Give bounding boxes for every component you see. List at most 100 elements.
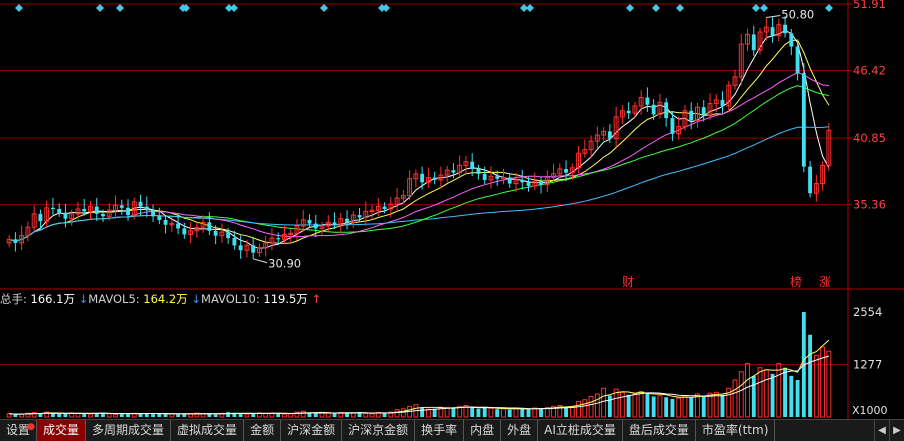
scroll-left-icon[interactable]: ◀ [874, 420, 889, 441]
tab-turnover-rate[interactable]: 换手率 [415, 420, 465, 441]
candle-body [345, 218, 349, 223]
tab-sh-sz-bj-amount[interactable]: 沪深京金额 [342, 420, 416, 441]
candle-body [176, 223, 181, 229]
candle-body [451, 170, 456, 173]
volume-bar [176, 414, 181, 417]
volume-bar [720, 394, 725, 417]
candle-body [82, 209, 87, 212]
candle-body [182, 228, 187, 235]
candle-body [101, 213, 105, 217]
volume-bar [776, 363, 782, 418]
candle-body [207, 222, 212, 231]
volume-bar [588, 395, 594, 418]
candle-body [476, 169, 481, 174]
volume-bar [751, 375, 756, 417]
tab-sh-sz-amount[interactable]: 沪深金额 [281, 420, 343, 441]
candle-body [57, 209, 62, 213]
volume-bar [394, 409, 400, 418]
tab-amount[interactable]: 金额 [244, 420, 282, 441]
candle-body [801, 73, 806, 167]
event-diamond-icon [15, 4, 23, 12]
event-diamond-icon [825, 4, 833, 12]
candle-body [651, 104, 656, 115]
candle-body [689, 110, 694, 121]
candle-body [432, 177, 437, 180]
volume-bar [182, 414, 187, 417]
tab-ai-volume[interactable]: AI立桩成交量 [538, 420, 623, 441]
volume-tick-label: 1277 [853, 358, 882, 372]
price-tick-label: 46.42 [853, 64, 886, 78]
volume-bar [238, 413, 243, 417]
candle-body [520, 179, 525, 183]
volume-bar [607, 395, 612, 417]
volume-tick-label: 2554 [853, 305, 882, 319]
tab-inner-volume[interactable]: 内盘 [464, 420, 502, 441]
volume-bar [501, 408, 506, 418]
candle-body [13, 239, 18, 243]
low-pointer [253, 258, 268, 264]
volume-bar [276, 413, 281, 417]
candle-body [626, 110, 631, 114]
volume-bar [13, 414, 18, 417]
volume-bar [369, 413, 375, 418]
ma60-line [8, 126, 829, 242]
down-arrow-icon: ↓ [78, 292, 89, 306]
price-tick-label: 40.85 [853, 131, 886, 145]
volume-bar [332, 413, 337, 417]
volume-bar [513, 407, 519, 418]
volume-bar [664, 397, 669, 417]
kline-chart: 财 榜 涨 51.91 46.42 40.85 35.36 2554 1277 X1000 50… [0, 0, 904, 419]
volume-bar [645, 393, 650, 417]
volume-bar [745, 363, 750, 418]
candle-body [238, 245, 243, 251]
volume-bar [444, 407, 450, 418]
volume-bar [88, 413, 93, 418]
candle-body [507, 177, 512, 184]
tab-settings[interactable]: 设置 ● [0, 420, 38, 441]
volume-bar [632, 393, 638, 418]
volume-bar [313, 413, 318, 417]
candle-body [420, 173, 425, 183]
candle-body [151, 210, 155, 217]
volume-bar [420, 407, 425, 417]
volume-bar [582, 399, 588, 418]
mavol10-label: MAVOL10: [201, 292, 260, 306]
candle-body [482, 173, 487, 180]
tab-pe-ttm[interactable]: 市盈率(ttm) [696, 420, 776, 441]
price-annotations: 50.80 30.90 [253, 7, 814, 271]
candle-body [645, 97, 650, 105]
volume-bar [651, 396, 656, 417]
volume-bar [319, 412, 325, 418]
volume-bar [476, 408, 481, 417]
volume-bar [82, 413, 87, 417]
high-pointer [766, 14, 781, 18]
low-price-label: 30.90 [268, 257, 301, 271]
volume-unit-label: X1000 [852, 404, 888, 417]
tab-volume[interactable]: 成交量 [37, 420, 87, 441]
volume-bar [576, 400, 582, 418]
volume-ma-lines [9, 339, 830, 415]
volume-bar [826, 350, 832, 418]
candle-body [138, 201, 143, 207]
candle-body [720, 99, 725, 106]
volume-bar [526, 409, 531, 417]
tab-after-hours-volume[interactable]: 盘后成交量 [623, 420, 696, 441]
candle-body [357, 215, 362, 218]
volume-bar [757, 367, 763, 418]
tab-outer-volume[interactable]: 外盘 [501, 420, 539, 441]
candle-body [126, 207, 130, 216]
volume-bar [738, 371, 744, 418]
ma20-line [8, 72, 829, 242]
scroll-right-icon[interactable]: ▶ [889, 420, 904, 441]
candle-body [119, 205, 124, 208]
volume-bar [213, 414, 218, 417]
mavol5-label: MAVOL5: [88, 292, 140, 306]
volume-bar [488, 407, 494, 418]
tab-multi-period-volume[interactable]: 多周期成交量 [86, 420, 172, 441]
candlesticks [6, 16, 832, 259]
volume-bar [226, 412, 231, 417]
candle-body [789, 33, 794, 47]
notification-dot-icon: ● [27, 422, 36, 432]
tab-virtual-volume[interactable]: 虚拟成交量 [171, 420, 245, 441]
volume-bar [495, 409, 500, 417]
